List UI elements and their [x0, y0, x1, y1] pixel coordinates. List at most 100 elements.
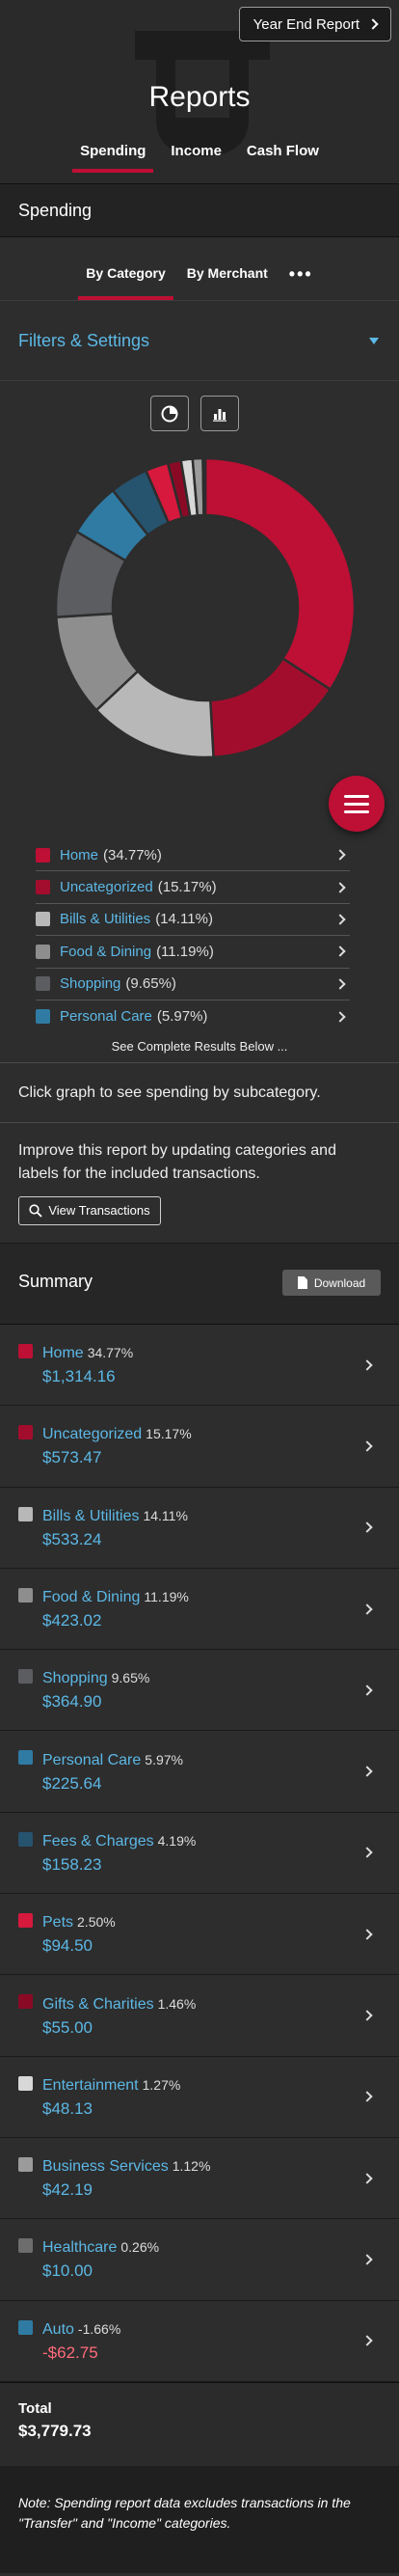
- summary-row[interactable]: Pets 2.50% $94.50: [0, 1894, 399, 1976]
- pie-chart-button[interactable]: [150, 396, 189, 431]
- color-swatch: [36, 912, 50, 927]
- summary-row[interactable]: Fees & Charges 4.19% $158.23: [0, 1812, 399, 1895]
- chevron-right-icon: [361, 2254, 373, 2265]
- category-amount: $48.13: [42, 2098, 93, 2118]
- menu-fab-button[interactable]: [329, 776, 385, 832]
- summary-row[interactable]: Auto -1.66% -$62.75: [0, 2300, 399, 2382]
- color-swatch: [18, 1425, 33, 1440]
- color-swatch: [18, 2156, 33, 2172]
- spending-donut-chart[interactable]: [56, 458, 355, 757]
- legend-item[interactable]: Personal Care (5.97%): [36, 1000, 350, 1032]
- page-title: Reports: [148, 81, 251, 113]
- chart-type-toggle: [150, 396, 239, 431]
- color-swatch: [18, 2238, 33, 2254]
- category-amount: $42.19: [42, 2180, 93, 2200]
- summary-row[interactable]: Healthcare 0.26% $10.00: [0, 2219, 399, 2301]
- color-swatch: [36, 847, 50, 863]
- chevron-right-icon: [361, 1929, 373, 1940]
- category-percent: 11.19%: [144, 1589, 189, 1605]
- filters-settings-toggle[interactable]: Filters & Settings: [0, 301, 399, 381]
- donut-slice-home[interactable]: [203, 458, 355, 692]
- download-button[interactable]: Download: [282, 1270, 381, 1296]
- legend-item-percent: (34.77%): [103, 846, 162, 863]
- hamburger-icon: [344, 794, 369, 798]
- download-label: Download: [313, 1275, 366, 1290]
- category-percent: 5.97%: [145, 1751, 183, 1768]
- total-label: Total: [18, 2399, 52, 2417]
- category-amount: $533.24: [42, 1529, 102, 1548]
- bar-chart-icon: [213, 408, 226, 422]
- chevron-right-icon: [361, 1766, 373, 1777]
- color-swatch: [18, 1750, 33, 1766]
- category-percent: 15.17%: [146, 1426, 192, 1442]
- tab-by-merchant[interactable]: By Merchant: [187, 265, 268, 300]
- category-amount: $423.02: [42, 1611, 102, 1631]
- legend-item[interactable]: Uncategorized (15.17%): [36, 871, 350, 904]
- tab-by-category[interactable]: By Category: [78, 265, 174, 300]
- category-percent: 1.12%: [172, 2158, 211, 2175]
- legend-item[interactable]: Food & Dining (11.19%): [36, 936, 350, 969]
- bar-chart-button[interactable]: [200, 396, 239, 431]
- more-horizontal-icon[interactable]: •••: [289, 265, 313, 300]
- category-percent: 4.19%: [157, 1832, 197, 1849]
- category-name: Auto: [42, 2320, 74, 2338]
- color-swatch: [36, 880, 50, 895]
- summary-row[interactable]: Shopping 9.65% $364.90: [0, 1650, 399, 1732]
- color-swatch: [36, 944, 50, 959]
- spending-subtabs: By Category By Merchant •••: [0, 237, 399, 301]
- legend-item[interactable]: Home (34.77%): [36, 839, 350, 872]
- category-percent: 14.11%: [143, 1507, 188, 1523]
- category-amount: $158.23: [42, 1854, 102, 1874]
- category-name: Pets: [42, 1914, 74, 1932]
- category-percent: 2.50%: [77, 1914, 116, 1931]
- category-amount: $55.00: [42, 2017, 93, 2037]
- legend-item-name: Personal Care: [60, 1008, 152, 1026]
- summary-row[interactable]: Personal Care 5.97% $225.64: [0, 1731, 399, 1813]
- category-amount: -$62.75: [42, 2343, 98, 2362]
- chevron-right-icon: [361, 2010, 373, 2021]
- chevron-right-icon: [334, 978, 346, 990]
- reports-header: Year End Report Reports Spending Income …: [0, 0, 399, 183]
- category-amount: $573.47: [42, 1448, 102, 1467]
- footnote: Note: Spending report data excludes tran…: [0, 2465, 399, 2573]
- category-name: Shopping: [42, 1670, 108, 1687]
- summary-row[interactable]: Business Services 1.12% $42.19: [0, 2137, 399, 2220]
- color-swatch: [36, 1009, 50, 1025]
- donut-slice-healthcare[interactable]: [201, 458, 207, 517]
- legend-item[interactable]: Shopping (9.65%): [36, 969, 350, 1000]
- improve-report-text: Improve this report by updating categori…: [18, 1142, 336, 1182]
- category-name: Entertainment: [42, 2076, 139, 2094]
- legend-item-percent: (14.11%): [155, 911, 213, 928]
- chevron-right-icon: [361, 1440, 373, 1452]
- summary-title: Summary: [18, 1272, 93, 1291]
- chevron-right-icon: [361, 2172, 373, 2184]
- summary-row[interactable]: Food & Dining 11.19% $423.02: [0, 1568, 399, 1651]
- legend-item[interactable]: Bills & Utilities (14.11%): [36, 904, 350, 937]
- legend-item-name: Uncategorized: [60, 879, 153, 896]
- color-swatch: [18, 1669, 33, 1685]
- tab-cash-flow[interactable]: Cash Flow: [247, 143, 319, 173]
- category-percent: 0.26%: [120, 2239, 160, 2256]
- category-name: Gifts & Charities: [42, 1995, 154, 2013]
- category-amount: $364.90: [42, 1692, 102, 1712]
- chevron-right-icon: [361, 2091, 373, 2102]
- tab-spending[interactable]: Spending: [72, 143, 154, 173]
- category-name: Uncategorized: [42, 1426, 143, 1443]
- spending-section-title: Spending: [0, 183, 399, 237]
- view-transactions-button[interactable]: View Transactions: [18, 1196, 161, 1225]
- tab-income[interactable]: Income: [171, 143, 222, 173]
- summary-row[interactable]: Gifts & Charities 1.46% $55.00: [0, 1975, 399, 2057]
- category-amount: $225.64: [42, 1773, 102, 1793]
- legend-item-name: Bills & Utilities: [60, 911, 151, 928]
- legend-item-name: Home: [60, 846, 99, 863]
- summary-row[interactable]: Uncategorized 15.17% $573.47: [0, 1406, 399, 1488]
- improve-report-panel: Improve this report by updating categori…: [0, 1123, 399, 1244]
- summary-row[interactable]: Bills & Utilities 14.11% $533.24: [0, 1487, 399, 1569]
- summary-row[interactable]: Home 34.77% $1,314.16: [0, 1325, 399, 1407]
- color-swatch: [18, 1994, 33, 2010]
- legend-item-percent: (11.19%): [156, 943, 214, 960]
- chevron-right-icon: [367, 18, 379, 30]
- year-end-report-button[interactable]: Year End Report: [238, 7, 391, 41]
- summary-row[interactable]: Entertainment 1.27% $48.13: [0, 2056, 399, 2138]
- color-swatch: [36, 976, 50, 992]
